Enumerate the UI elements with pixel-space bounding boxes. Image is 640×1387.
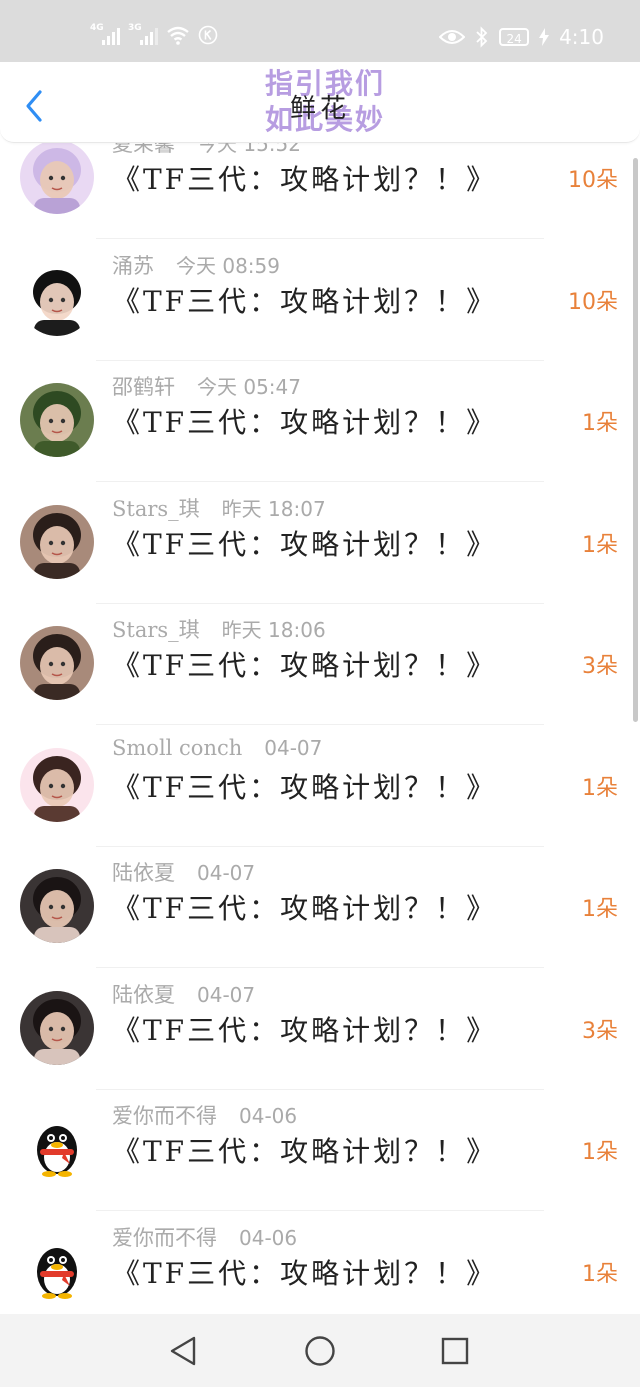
bluetooth-icon	[475, 26, 489, 48]
app-header: 指引我们 如此美妙 鲜花	[0, 62, 640, 143]
status-right: 24 4:10	[439, 22, 604, 52]
signal-3g: 3G	[128, 23, 158, 45]
sender-name[interactable]: 涌苏	[112, 250, 154, 280]
gift-row[interactable]: Smoll conch 04-07 《TF三代：攻略计划？！》 1朵	[0, 726, 640, 847]
timestamp: 今天 08:59	[176, 253, 280, 278]
sender-name[interactable]: Smoll conch	[112, 736, 242, 760]
flower-count: 10朵	[568, 168, 618, 193]
flower-count: 1朵	[582, 775, 618, 801]
flower-count: 1朵	[582, 897, 618, 922]
row-meta: Stars_琪 昨天 18:07	[112, 493, 326, 523]
gift-message: 《TF三代：攻略计划？！》	[112, 527, 498, 561]
gift-message: 《TF三代：攻略计划？！》	[112, 892, 498, 925]
timestamp: 04-06	[239, 1225, 298, 1250]
avatar[interactable]	[20, 626, 94, 700]
avatar[interactable]	[20, 1233, 94, 1308]
scrollbar[interactable]	[633, 158, 638, 722]
nav-back-button[interactable]	[166, 1334, 200, 1368]
navigation-bar	[0, 1314, 640, 1387]
avatar[interactable]	[20, 383, 94, 457]
row-meta: 陆依夏 04-07	[112, 857, 255, 887]
gift-row[interactable]: Stars_琪 昨天 18:06 《TF三代：攻略计划？！》 3朵	[0, 604, 640, 725]
flower-count: 1朵	[582, 532, 618, 558]
signal-4g: 4G	[90, 23, 120, 45]
timestamp: 今天 05:47	[197, 375, 301, 399]
gift-message: 《TF三代：攻略计划？！》	[112, 284, 498, 318]
wifi-icon	[166, 25, 190, 45]
clock: 4:10	[559, 25, 604, 49]
gift-row[interactable]: Stars_琪 昨天 18:07 《TF三代：攻略计划？！》 1朵	[0, 483, 640, 604]
timestamp: 04-07	[197, 861, 256, 885]
circle-home-icon	[305, 1336, 335, 1366]
row-meta: 陆依夏 04-07	[112, 979, 255, 1009]
avatar[interactable]	[20, 747, 94, 822]
flower-count: 10朵	[568, 289, 618, 315]
k-app-icon	[198, 25, 218, 45]
gift-row[interactable]: 涌苏 今天 08:59 《TF三代：攻略计划？！》 10朵	[0, 240, 640, 361]
gift-message: 《TF三代：攻略计划？！》	[112, 1135, 498, 1168]
row-meta: 爱你而不得 04-06	[112, 1222, 297, 1252]
timestamp: 04-07	[197, 982, 256, 1007]
sender-name[interactable]: 陆依夏	[112, 857, 175, 887]
sender-name[interactable]: 邵鹤轩	[112, 371, 175, 401]
gift-row[interactable]: 爱你而不得 04-06 《TF三代：攻略计划？！》 1朵	[0, 1212, 640, 1315]
row-meta: 夏茉馨 今天 15:52	[112, 142, 301, 158]
eye-icon	[439, 28, 466, 46]
network-type-2: 3G	[128, 23, 142, 33]
gift-row[interactable]: 陆依夏 04-07 《TF三代：攻略计划？！》 3朵	[0, 969, 640, 1090]
row-meta: 爱你而不得 04-06	[112, 1100, 297, 1130]
avatar[interactable]	[20, 1112, 94, 1186]
triangle-back-icon	[170, 1336, 196, 1366]
sender-name[interactable]: 爱你而不得	[112, 1100, 217, 1130]
flower-count: 1朵	[582, 1261, 618, 1287]
avatar[interactable]	[20, 990, 94, 1065]
sender-name[interactable]: 夏茉馨	[112, 142, 175, 158]
flower-count: 3朵	[582, 1018, 618, 1044]
flower-count: 1朵	[582, 411, 618, 436]
avatar[interactable]	[20, 504, 94, 579]
signal-bars-icon	[102, 28, 120, 45]
row-meta: 邵鹤轩 今天 05:47	[112, 371, 301, 401]
gift-message: 《TF三代：攻略计划？！》	[112, 770, 498, 804]
square-recent-icon	[441, 1337, 469, 1365]
avatar[interactable]	[20, 261, 94, 336]
nav-recent-button[interactable]	[438, 1334, 472, 1368]
gift-message: 《TF三代：攻略计划？！》	[112, 1013, 498, 1047]
gift-row[interactable]: 邵鹤轩 今天 05:47 《TF三代：攻略计划？！》 1朵	[0, 361, 640, 482]
gift-message: 《TF三代：攻略计划？！》	[112, 1256, 498, 1290]
sender-name[interactable]: 陆依夏	[112, 979, 175, 1009]
row-meta: 涌苏 今天 08:59	[112, 250, 280, 280]
timestamp: 今天 15:52	[197, 142, 301, 156]
sender-name[interactable]: Stars_琪	[112, 493, 200, 523]
gift-message: 《TF三代：攻略计划？！》	[112, 163, 498, 196]
sender-name[interactable]: 爱你而不得	[112, 1222, 217, 1252]
timestamp: 昨天 18:06	[221, 618, 326, 642]
avatar[interactable]	[20, 869, 94, 943]
status-bar: 4G 3G 24 4:10	[0, 0, 640, 62]
avatar[interactable]	[20, 142, 94, 214]
status-left: 4G 3G	[90, 20, 218, 50]
flower-count: 1朵	[582, 1140, 618, 1165]
network-type-1: 4G	[90, 23, 104, 33]
gift-row[interactable]: 夏茉馨 今天 15:52 《TF三代：攻略计划？！》 10朵	[0, 142, 640, 239]
gift-message: 《TF三代：攻略计划？！》	[112, 406, 498, 439]
row-meta: Stars_琪 昨天 18:06	[112, 614, 326, 644]
nav-home-button[interactable]	[303, 1334, 337, 1368]
signal-bars-icon	[140, 28, 158, 45]
sender-name[interactable]: Stars_琪	[112, 614, 200, 644]
gift-row[interactable]: 爱你而不得 04-06 《TF三代：攻略计划？！》 1朵	[0, 1090, 640, 1211]
row-meta: Smoll conch 04-07	[112, 736, 322, 766]
gift-message: 《TF三代：攻略计划？！》	[112, 649, 498, 682]
timestamp: 04-07	[264, 735, 323, 760]
timestamp: 昨天 18:07	[221, 496, 326, 521]
charging-icon	[539, 28, 550, 46]
flower-count: 3朵	[582, 654, 618, 679]
gift-list[interactable]: 夏茉馨 今天 15:52 《TF三代：攻略计划？！》 10朵 涌苏 今天 08:59 《TF…	[0, 142, 640, 1314]
timestamp: 04-06	[239, 1104, 298, 1128]
gift-row[interactable]: 陆依夏 04-07 《TF三代：攻略计划？！》 1朵	[0, 847, 640, 968]
page-title: 鲜花	[289, 94, 350, 124]
battery-indicator: 24	[499, 28, 530, 46]
